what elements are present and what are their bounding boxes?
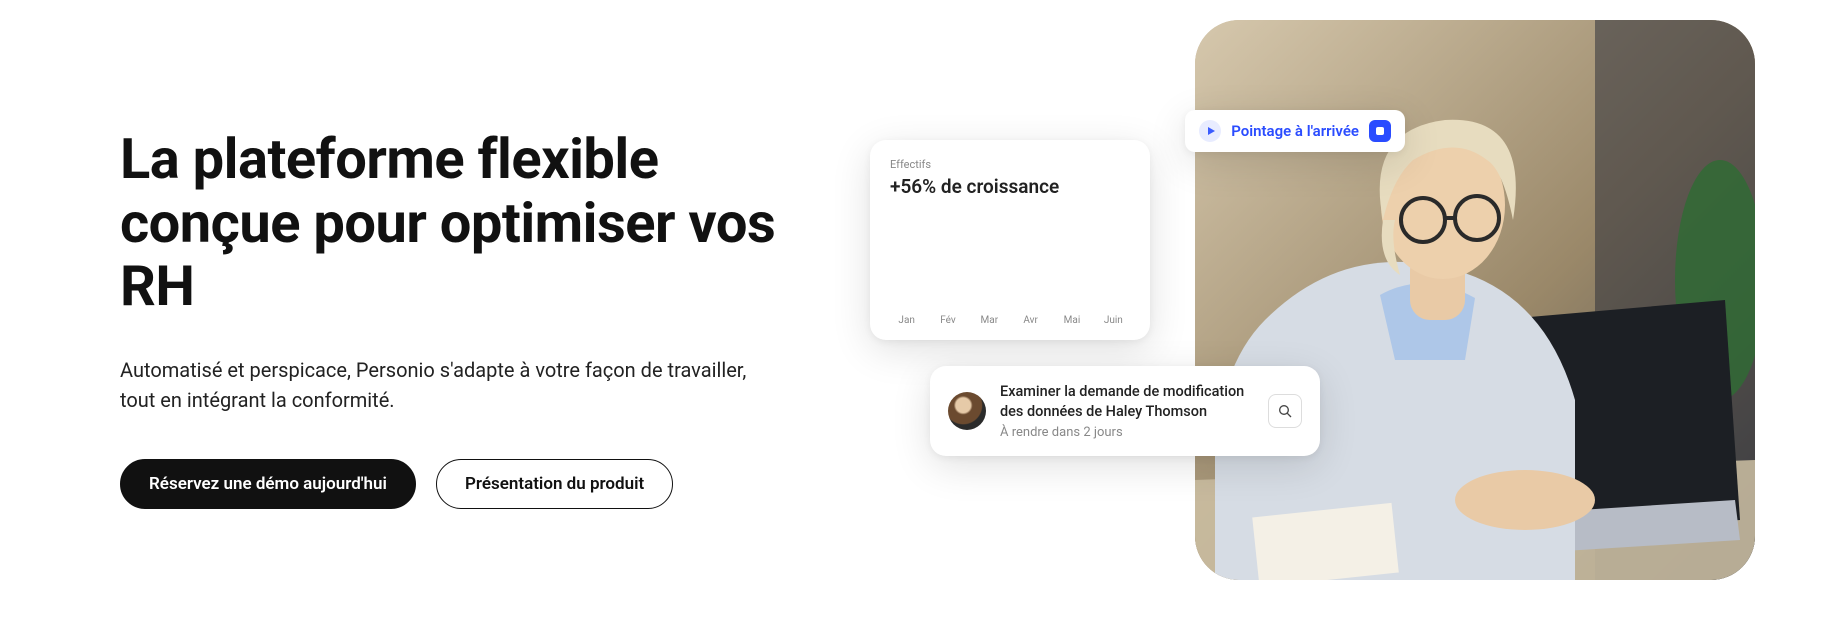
demo-button[interactable]: Réservez une démo aujourd'hui: [120, 459, 416, 509]
chart-bar: Mai: [1055, 307, 1088, 326]
chart-bar: Mar: [973, 307, 1006, 326]
clockin-card: Pointage à l'arrivée: [1185, 110, 1405, 152]
chart-bar-label: Fév: [940, 315, 956, 326]
avatar: [948, 392, 986, 430]
search-icon[interactable]: [1268, 394, 1302, 428]
chart-bar-label: Mai: [1064, 315, 1081, 326]
chart-headline: +56% de croissance: [890, 175, 1130, 198]
chart-bar: Juin: [1097, 307, 1130, 326]
chart-bar: Avr: [1014, 307, 1047, 326]
chart-bar: Fév: [931, 307, 964, 326]
chart-bar-label: Juin: [1104, 315, 1123, 326]
cta-row: Réservez une démo aujourd'hui Présentati…: [120, 459, 800, 509]
hero-photo: [1195, 20, 1755, 580]
task-card[interactable]: Examiner la demande de modification des …: [930, 366, 1320, 456]
chart-bars: Jan Fév Mar Avr Mai Juin: [890, 216, 1130, 326]
stop-icon[interactable]: [1369, 120, 1391, 142]
chart-bar-label: Mar: [981, 315, 999, 326]
task-title: Examiner la demande de modification des …: [1000, 382, 1254, 421]
chart-bar-label: Jan: [898, 315, 914, 326]
task-due: À rendre dans 2 jours: [1000, 425, 1254, 440]
clockin-label: Pointage à l'arrivée: [1231, 122, 1359, 140]
chart-series-label: Effectifs: [890, 158, 1130, 171]
chart-bar-label: Avr: [1023, 315, 1038, 326]
headcount-chart-card: Effectifs +56% de croissance Jan Fév Mar Av…: [870, 140, 1150, 340]
product-tour-button[interactable]: Présentation du produit: [436, 459, 673, 509]
hero-title: La plateforme flexible conçue pour optim…: [120, 128, 800, 319]
chart-bar: Jan: [890, 307, 923, 326]
hero-subtitle: Automatisé et perspicace, Personio s'ada…: [120, 355, 760, 415]
play-icon[interactable]: [1199, 120, 1221, 142]
